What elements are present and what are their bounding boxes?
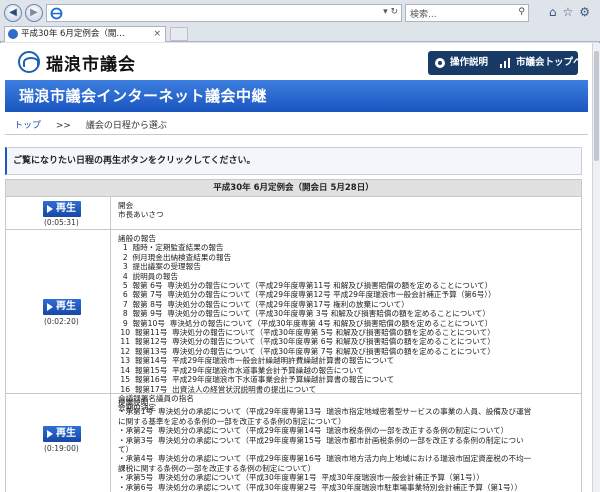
vertical-scrollbar[interactable] xyxy=(592,43,600,492)
play-cell: 再生 (0:05:31) xyxy=(6,197,111,229)
breadcrumb-home-link[interactable]: トップ xyxy=(14,121,41,131)
agenda-item: 16 報第17号 出資法人の経営状況説明書の提出について xyxy=(118,384,317,394)
address-bar: ◀ ▶ ▾ ↻ 検索... ⚲ ⌂☆⚙ xyxy=(0,0,600,26)
tab-title: 平成30年 6月定例会（閲... xyxy=(21,29,125,39)
duration: (0:05:31) xyxy=(44,218,79,227)
agenda-item: 15 報第16号 平成29年度瑞浪市下水道事業会計予算繰越計算書の報告について xyxy=(118,375,395,385)
agenda-item: 課税に関する条例の一部を改正する条例の制定について） xyxy=(118,463,316,473)
agenda-item: 11 報第12号 専決処分の報告について（平成30年度専第 6号 和解及び損害賠… xyxy=(118,337,495,347)
duration: (0:02:20) xyxy=(44,317,79,326)
help-button-label: 操作説明 xyxy=(450,57,489,68)
agenda-item: 5 報第 6号 専決処分の報告について（平成29年度専第11号 和解及び損害賠償… xyxy=(118,281,493,291)
home-icon[interactable]: ⌂ xyxy=(549,5,563,19)
table-row: 再生 (0:19:00) 提案説明 ・承第1号 専決処分の承認について（平成29… xyxy=(5,394,582,492)
agenda-item: 提案説明 xyxy=(118,398,149,407)
agenda-item: 9 報第10号 専決処分の報告について（平成30年度専第 4号 和解及び損害賠償… xyxy=(118,318,493,328)
site-logo[interactable]: 瑞浪市議会 xyxy=(18,51,136,75)
agenda-item: 10 報第11号 専決処分の報告について（平成30年度専第 5号 和解及び損害賠… xyxy=(118,328,495,338)
breadcrumb: トップ >> 議会の日程から選ぶ xyxy=(14,118,167,131)
agenda-items: 提案説明 ・承第1号 専決処分の承認について（平成29年度専第13号 瑞浪市指定… xyxy=(118,394,581,492)
agenda-item: 1 随時・定期監査結果の報告 xyxy=(118,243,224,253)
page-banner: 瑞浪市議会インターネット議会中継 xyxy=(5,80,588,112)
web-page: 瑞浪市議会 操作説明 市議会トップへ 瑞浪市議会インターネット議会中継 トップ … xyxy=(0,43,592,492)
toolbar-icons: ⌂☆⚙ xyxy=(549,5,596,19)
scrollbar-thumb[interactable] xyxy=(594,51,599,161)
play-button[interactable]: 再生 xyxy=(43,201,81,217)
play-button-label: 再生 xyxy=(56,203,76,214)
agenda-item: て） xyxy=(118,445,134,455)
instruction-notice: ご覧になりたい日程の再生ボタンをクリックしてください。 xyxy=(5,147,582,175)
breadcrumb-separator: >> xyxy=(55,121,71,131)
new-tab-button[interactable] xyxy=(170,27,188,41)
city-emblem-icon xyxy=(18,51,40,73)
agenda-item: 2 例月現金出納検査結果の報告 xyxy=(118,252,232,262)
council-top-button[interactable]: 市議会トップへ xyxy=(494,51,583,75)
agenda-item: 6 報第 7号 専決処分の報告について（平成29年度専第12号 平成29年度瑞浪… xyxy=(118,290,496,300)
play-button-label: 再生 xyxy=(56,428,76,439)
agenda-item: 8 報第 9号 専決処分の報告について（平成30年度専第 3号 和解及び損害賠償… xyxy=(118,309,490,319)
tab-strip: 平成30年 6月定例会（閲... × xyxy=(0,26,600,42)
breadcrumb-current: 議会の日程から選ぶ xyxy=(85,121,167,131)
table-row: 再生 (0:05:31) 開会 市長あいさつ xyxy=(5,197,582,230)
agenda-item: ・承第2号 専決処分の承認について（平成29年度専第14号 瑞浪市税条例の一部を… xyxy=(118,426,509,436)
banner-title: 瑞浪市議会インターネット議会中継 xyxy=(19,87,268,105)
site-header: 瑞浪市議会 操作説明 市議会トップへ xyxy=(0,43,592,81)
favorites-star-icon[interactable]: ☆ xyxy=(562,5,579,19)
url-input[interactable]: ▾ ↻ xyxy=(46,4,402,22)
agenda-item: 14 報第15号 平成29年度瑞浪市水道事業会計予算繰越の報告について xyxy=(118,365,364,375)
agenda-item: 3 提出議案の受理報告 xyxy=(118,262,201,272)
agenda-item: ・承第5号 専決処分の承認について（平成30年度専第1号 平成30年度瑞浪市一般… xyxy=(118,473,484,483)
agenda-item: 12 報第13号 専決処分の報告について（平成30年度専第 7号 和解及び損害賠… xyxy=(118,346,495,356)
agenda-item: ・承第4号 専決処分の承認について（平成29年度専第16号 瑞浪市地方活力向上地… xyxy=(118,454,532,464)
agenda-item: 13 報第14号 平成29年度瑞浪市一般会計繰越明許費繰越計算書の報告について xyxy=(118,356,395,366)
browser-search-input[interactable]: 検索... ⚲ xyxy=(405,4,529,22)
search-placeholder: 検索... xyxy=(410,10,437,20)
site-favicon-icon xyxy=(8,29,18,39)
agenda-item: 7 報第 8号 専決処分の報告について（平成29年度専第17号 権利の放棄につい… xyxy=(118,299,409,309)
forward-arrow-icon[interactable]: ▶ xyxy=(25,4,43,22)
agenda-item: 開会 xyxy=(118,201,134,210)
circle-bullet-icon xyxy=(435,58,445,68)
ie-page-icon xyxy=(50,7,63,20)
agenda-item: ・承第1号 専決処分の承認について（平成29年度専第13号 瑞浪市指定地域密着型… xyxy=(118,407,532,417)
instruction-text: ご覧になりたい日程の再生ボタンをクリックしてください。 xyxy=(13,156,256,166)
agenda-item: 諸般の報告 xyxy=(118,234,156,243)
play-button-label: 再生 xyxy=(56,301,76,312)
play-cell: 再生 (0:02:20) xyxy=(6,230,111,393)
agenda-item: に関する基準を定める条例の一部を改正する条例の制定について） xyxy=(118,416,346,426)
agenda-item: 市長あいさつ xyxy=(118,210,164,220)
agenda-item: 4 説明員の報告 xyxy=(118,271,179,281)
duration: (0:19:00) xyxy=(44,444,79,453)
back-arrow-icon[interactable]: ◀ xyxy=(4,4,22,22)
schedule-table: 平成30年 6月定例会（開会日 5月28日） 再生 (0:05:31) 開会 市… xyxy=(5,179,582,492)
council-top-button-label: 市議会トップへ xyxy=(516,57,583,68)
bar-chart-icon xyxy=(500,58,511,68)
play-cell: 再生 (0:19:00) xyxy=(6,394,111,492)
divider xyxy=(5,134,588,135)
logo-text: 瑞浪市議会 xyxy=(46,54,136,75)
close-tab-icon[interactable]: × xyxy=(153,27,161,41)
browser-tab[interactable]: 平成30年 6月定例会（閲... × xyxy=(4,26,166,42)
session-title: 平成30年 6月定例会（開会日 5月28日） xyxy=(5,179,582,197)
agenda-item: ・承第3号 専決処分の承認について（平成29年度専第15号 瑞浪市都市計画税条例… xyxy=(118,435,524,445)
play-button[interactable]: 再生 xyxy=(43,426,81,442)
agenda-item: ・承第6号 専決処分の承認について（平成30年度専第2号 平成30年度瑞浪市駐車… xyxy=(118,482,522,492)
agenda-items: 開会 市長あいさつ xyxy=(118,197,581,223)
agenda-items: 諸般の報告 1 随時・定期監査結果の報告 2 例月現金出納検査結果の報告 3 提… xyxy=(118,230,581,416)
settings-gear-icon[interactable]: ⚙ xyxy=(579,5,596,19)
play-button[interactable]: 再生 xyxy=(43,299,81,315)
refresh-icon[interactable]: ▾ ↻ xyxy=(383,7,398,17)
table-row: 再生 (0:02:20) 諸般の報告 1 随時・定期監査結果の報告 2 例月現金… xyxy=(5,230,582,412)
search-icon[interactable]: ⚲ xyxy=(518,7,525,17)
